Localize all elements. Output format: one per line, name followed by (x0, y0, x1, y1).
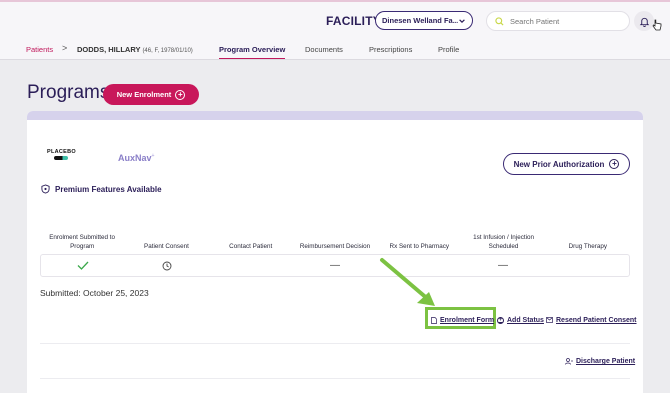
step-status-cell: — (330, 260, 340, 271)
auxnav-logo-text: AuxNav (118, 153, 152, 163)
auxnav-logo: AuxNav+ (118, 153, 154, 163)
hand-cursor-icon (652, 19, 662, 31)
plus-circle-icon: + (175, 89, 186, 100)
tab-documents[interactable]: Documents (305, 45, 343, 54)
tab-program-overview[interactable]: Program Overview (219, 45, 286, 59)
resend-consent-link[interactable]: Resend Patient Consent (546, 314, 637, 326)
step-status-cell (209, 255, 293, 276)
clock-icon (162, 261, 172, 270)
add-status-label: Add Status (507, 316, 544, 324)
divider (40, 378, 630, 379)
step-status-cell (545, 255, 629, 276)
placebo-logo: PLACEBO (47, 149, 76, 155)
enrolment-form-link[interactable]: Enrolment Form (431, 314, 494, 326)
annotation-arrow-icon (380, 258, 435, 306)
step-header: Enrolment Submitted to Program (49, 234, 116, 250)
patient-meta: (46, F, 1978/01/10) (142, 48, 193, 54)
plus-circle-icon: + (609, 159, 620, 169)
plus-circle-icon: + (497, 316, 504, 324)
new-prior-authorization-button[interactable]: New Prior Authorization + (503, 153, 630, 175)
check-icon (77, 261, 89, 270)
document-icon (431, 316, 437, 324)
chevron-down-icon (459, 18, 465, 23)
divider (40, 343, 630, 344)
tab-prescriptions[interactable]: Prescriptions (369, 45, 412, 54)
step-header: Rx Sent to Pharmacy (389, 242, 450, 250)
step-header: Contact Patient (229, 242, 273, 250)
step-status-cell (41, 255, 125, 276)
notifications-button[interactable] (634, 11, 654, 31)
new-enrolment-button[interactable]: New Enrolment + (103, 84, 199, 105)
facility-select[interactable]: Dinesen Welland Fa... (375, 11, 473, 30)
patient-name-text: DODDS, HILLARY (77, 45, 141, 54)
search-icon (495, 16, 504, 26)
step-header: Drug Therapy (568, 242, 608, 250)
tab-profile[interactable]: Profile (438, 45, 459, 54)
card-top-band (27, 111, 643, 120)
submitted-date: Submitted: October 25, 2023 (40, 288, 149, 298)
patient-nav-bar: Patients > DODDS, HILLARY (46, F, 1978/0… (0, 38, 670, 60)
breadcrumb-patients-link[interactable]: Patients (26, 45, 53, 54)
discharge-patient-label: Discharge Patient (576, 358, 636, 365)
new-enrolment-label: New Enrolment (116, 90, 172, 99)
search-input[interactable] (510, 16, 620, 26)
breadcrumb-separator: > (62, 43, 68, 53)
step-status-cell (125, 255, 209, 276)
step-status-cell: — (498, 260, 508, 271)
program-steps-header: Enrolment Submitted to Program Patient C… (40, 229, 630, 251)
resend-consent-label: Resend Patient Consent (556, 316, 637, 324)
step-header: Reimbursement Decision (299, 242, 371, 250)
program-steps-status: — — (40, 254, 630, 277)
pill-icon (54, 156, 68, 160)
step-header: 1st Infusion / Injection Scheduled (473, 234, 534, 250)
facility-select-value: Dinesen Welland Fa... (382, 16, 458, 25)
prior-auth-label: New Prior Authorization (513, 159, 605, 169)
search-box[interactable] (486, 11, 630, 31)
facility-label: FACILITY (326, 14, 381, 28)
page-title: Programs (27, 82, 110, 103)
discharge-patient-link[interactable]: Discharge Patient (565, 358, 635, 365)
top-header: FACILITY Dinesen Welland Fa... (0, 0, 670, 38)
premium-features-badge: Premium Features Available (41, 184, 162, 194)
mail-icon (546, 317, 553, 323)
enrolment-form-label: Enrolment Form (440, 316, 495, 324)
bell-icon (639, 17, 649, 27)
premium-features-label: Premium Features Available (55, 184, 162, 194)
auxnav-logo-mark: + (151, 153, 155, 159)
user-remove-icon (565, 358, 573, 365)
program-card: PLACEBO AuxNav+ Premium Features Availab… (27, 111, 643, 393)
shield-icon (41, 184, 50, 194)
step-header: Patient Consent (144, 242, 189, 250)
patient-name: DODDS, HILLARY (46, F, 1978/01/10) (77, 45, 193, 54)
add-status-link[interactable]: + Add Status (497, 314, 544, 326)
